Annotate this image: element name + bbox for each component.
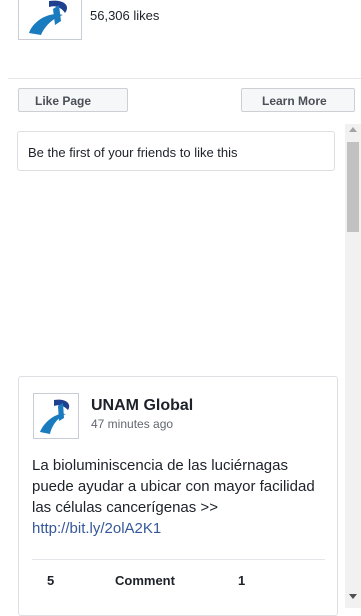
scroll-down-arrow-icon[interactable]	[349, 594, 357, 599]
post-actions-divider	[32, 559, 325, 560]
post-link[interactable]: http://bit.ly/2olA2K1	[32, 520, 161, 537]
page-header: 56,306 likes	[0, 0, 361, 78]
unam-global-logo-icon	[29, 0, 68, 35]
friends-like-box: Be the first of your friends to like thi…	[17, 131, 335, 171]
like-page-button[interactable]: Like Page	[18, 88, 128, 112]
post-likes-count[interactable]: 5	[47, 573, 54, 588]
learn-more-label: Learn More	[262, 94, 327, 108]
post-timestamp[interactable]: 47 minutes ago	[91, 417, 173, 431]
feed-scrollbar[interactable]	[345, 124, 361, 608]
page-feed: Be the first of your friends to like thi…	[8, 124, 343, 616]
friends-like-text: Be the first of your friends to like thi…	[28, 145, 238, 160]
post-avatar[interactable]	[33, 393, 79, 439]
unam-global-avatar-icon	[40, 399, 70, 434]
post-shares-count[interactable]: 1	[238, 573, 245, 588]
page-logo[interactable]	[18, 0, 82, 40]
post-text: La bioluminiscencia de las luciérnagas p…	[32, 457, 315, 516]
post-body: La bioluminiscencia de las luciérnagas p…	[32, 455, 332, 539]
comment-button[interactable]: Comment	[115, 573, 175, 588]
page-likes-count: 56,306 likes	[90, 8, 160, 23]
learn-more-button[interactable]: Learn More	[241, 88, 355, 112]
like-page-label: Like Page	[35, 94, 92, 108]
post-card: UNAM Global 47 minutes ago La bioluminis…	[18, 376, 338, 616]
scroll-thumb[interactable]	[347, 142, 359, 232]
post-author-name[interactable]: UNAM Global	[91, 397, 193, 415]
scroll-up-arrow-icon[interactable]	[349, 127, 357, 132]
header-divider	[8, 78, 361, 79]
